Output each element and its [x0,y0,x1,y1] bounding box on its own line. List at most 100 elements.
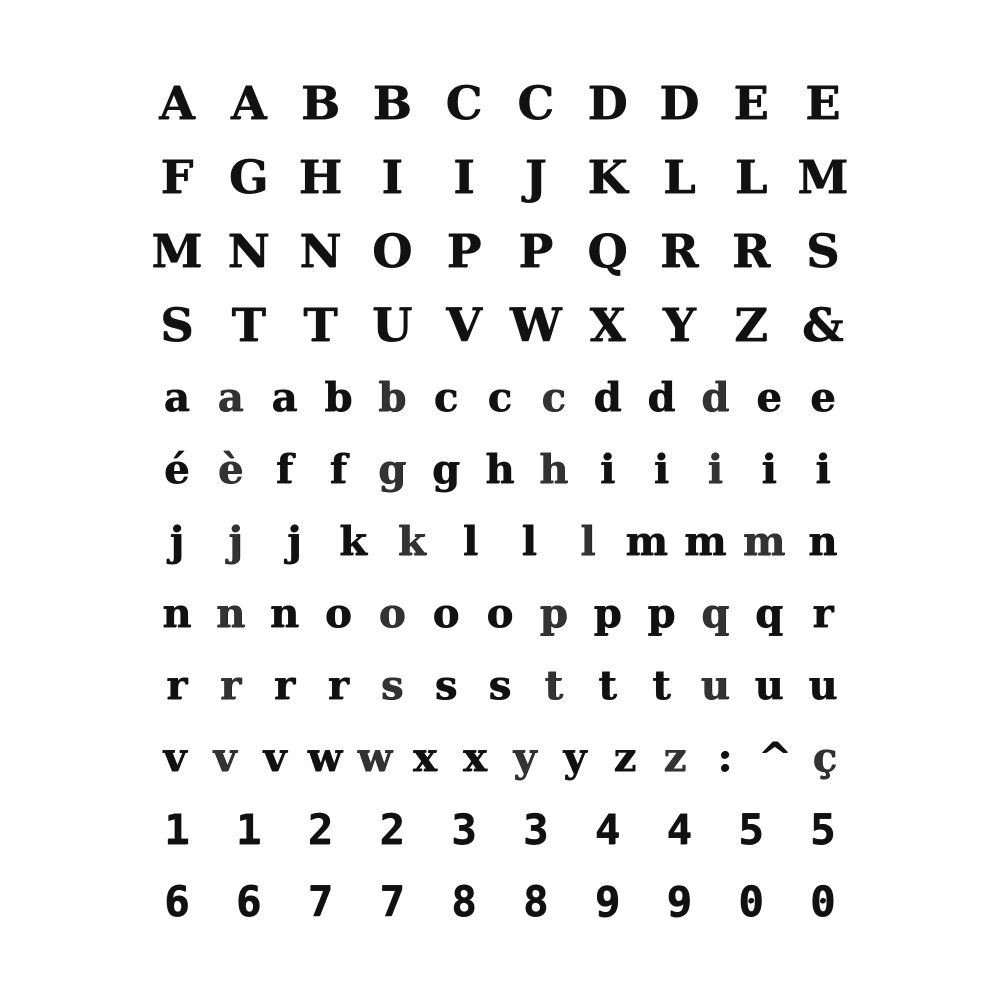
glyph: c [487,374,513,421]
glyph: i [761,446,777,493]
glyph: i [815,446,831,493]
glyph: v [263,734,287,781]
glyph: I [453,150,475,204]
glyph: c [433,374,459,421]
glyph: R [732,224,771,278]
glyph: t [544,662,564,709]
glyph: h [539,446,569,493]
glyph: L [734,150,768,204]
glyph: M [797,150,849,204]
glyph: 5 [738,805,764,854]
glyph: s [434,662,458,709]
glyph: n [808,518,838,565]
glyph-row: S T T U V W X Y Z & [150,288,850,362]
glyph: v [163,734,187,781]
glyph: 7 [307,877,334,926]
glyph: P [446,224,482,278]
glyph: B [301,76,340,130]
glyph: l [580,518,596,565]
glyph: ç [812,734,838,781]
glyph: B [372,76,412,130]
glyph: j [169,518,185,565]
glyph-row: AABBCCDDEE [150,66,850,140]
glyph-row: éèffgghhiiiii [150,434,850,506]
glyph: 0 [810,877,836,926]
glyph: r [220,662,242,709]
glyph: q [755,590,784,637]
glyph: l [462,518,479,565]
glyph: 0 [738,877,764,926]
glyph: X [589,298,626,352]
glyph: j [287,518,302,565]
glyph: i [707,446,723,493]
glyph: N [227,224,270,278]
glyph-row: 1122334455 [150,794,850,866]
glyph-row: jjjkklllmmmn [150,506,850,578]
glyph: 3 [451,805,477,854]
glyph: r [274,662,296,709]
glyph: f [276,446,294,493]
glyph: e [756,374,782,421]
glyph: d [647,374,676,421]
glyph: M [151,224,203,278]
glyph-grid: A A B B C C D D E E F G H I I J K L L M M N N O P P Q R R S S T T U V W X Y Z &… [150,66,850,938]
glyph: Y [662,298,696,352]
glyph: 6 [236,877,262,926]
glyph: o [486,590,514,637]
glyph: t [652,662,671,709]
glyph: o [378,590,406,637]
glyph: 8 [523,877,549,926]
glyph: I [381,150,404,204]
glyph: L [663,150,696,204]
glyph: j [228,518,243,565]
glyph: g [432,446,461,493]
glyph: 5 [810,805,836,854]
glyph: n [216,590,246,637]
glyph: J [524,150,547,204]
glyph: 6 [164,877,190,926]
glyph: é [164,446,190,493]
glyph: E [805,76,841,130]
glyph: & [802,298,844,352]
glyph: v [213,734,237,781]
glyph: l [521,518,537,565]
glyph: o [432,590,460,637]
glyph: W [509,298,562,352]
glyph: m [684,518,727,565]
glyph-row: v v v w w x x y y z z: ^ ç [150,722,850,794]
glyph: V [446,298,482,352]
glyph: u [700,662,730,709]
glyph: m [743,518,786,565]
glyph: C [517,76,555,130]
glyph: 4 [666,805,692,854]
glyph: r [327,662,349,709]
glyph: w [307,734,343,781]
glyph: C [445,76,483,130]
glyph: F [160,150,194,204]
glyph: ^ [758,734,792,781]
glyph: d [593,374,622,421]
glyph: s [381,662,404,709]
glyph-row: aaabbcccdddee [150,362,850,434]
glyph: K [587,150,628,204]
glyph: g [378,446,407,493]
glyph: 9 [594,877,621,926]
glyph: Z [734,298,768,352]
glyph: x [413,734,437,781]
glyph: O [372,224,413,278]
glyph: z [663,734,687,781]
glyph: d [701,374,730,421]
glyph: i [653,446,670,493]
glyph: T [231,298,266,352]
glyph: G [229,150,269,204]
glyph: 2 [379,805,405,854]
glyph: o [325,590,352,637]
glyph: k [398,518,426,565]
glyph: m [625,518,668,565]
glyph: 3 [523,805,549,854]
glyph-row: MNNOPPQRRS [150,214,850,288]
glyph: 1 [164,805,190,854]
glyph: è [218,446,244,493]
glyph: H [298,150,343,204]
glyph: A [230,76,267,130]
